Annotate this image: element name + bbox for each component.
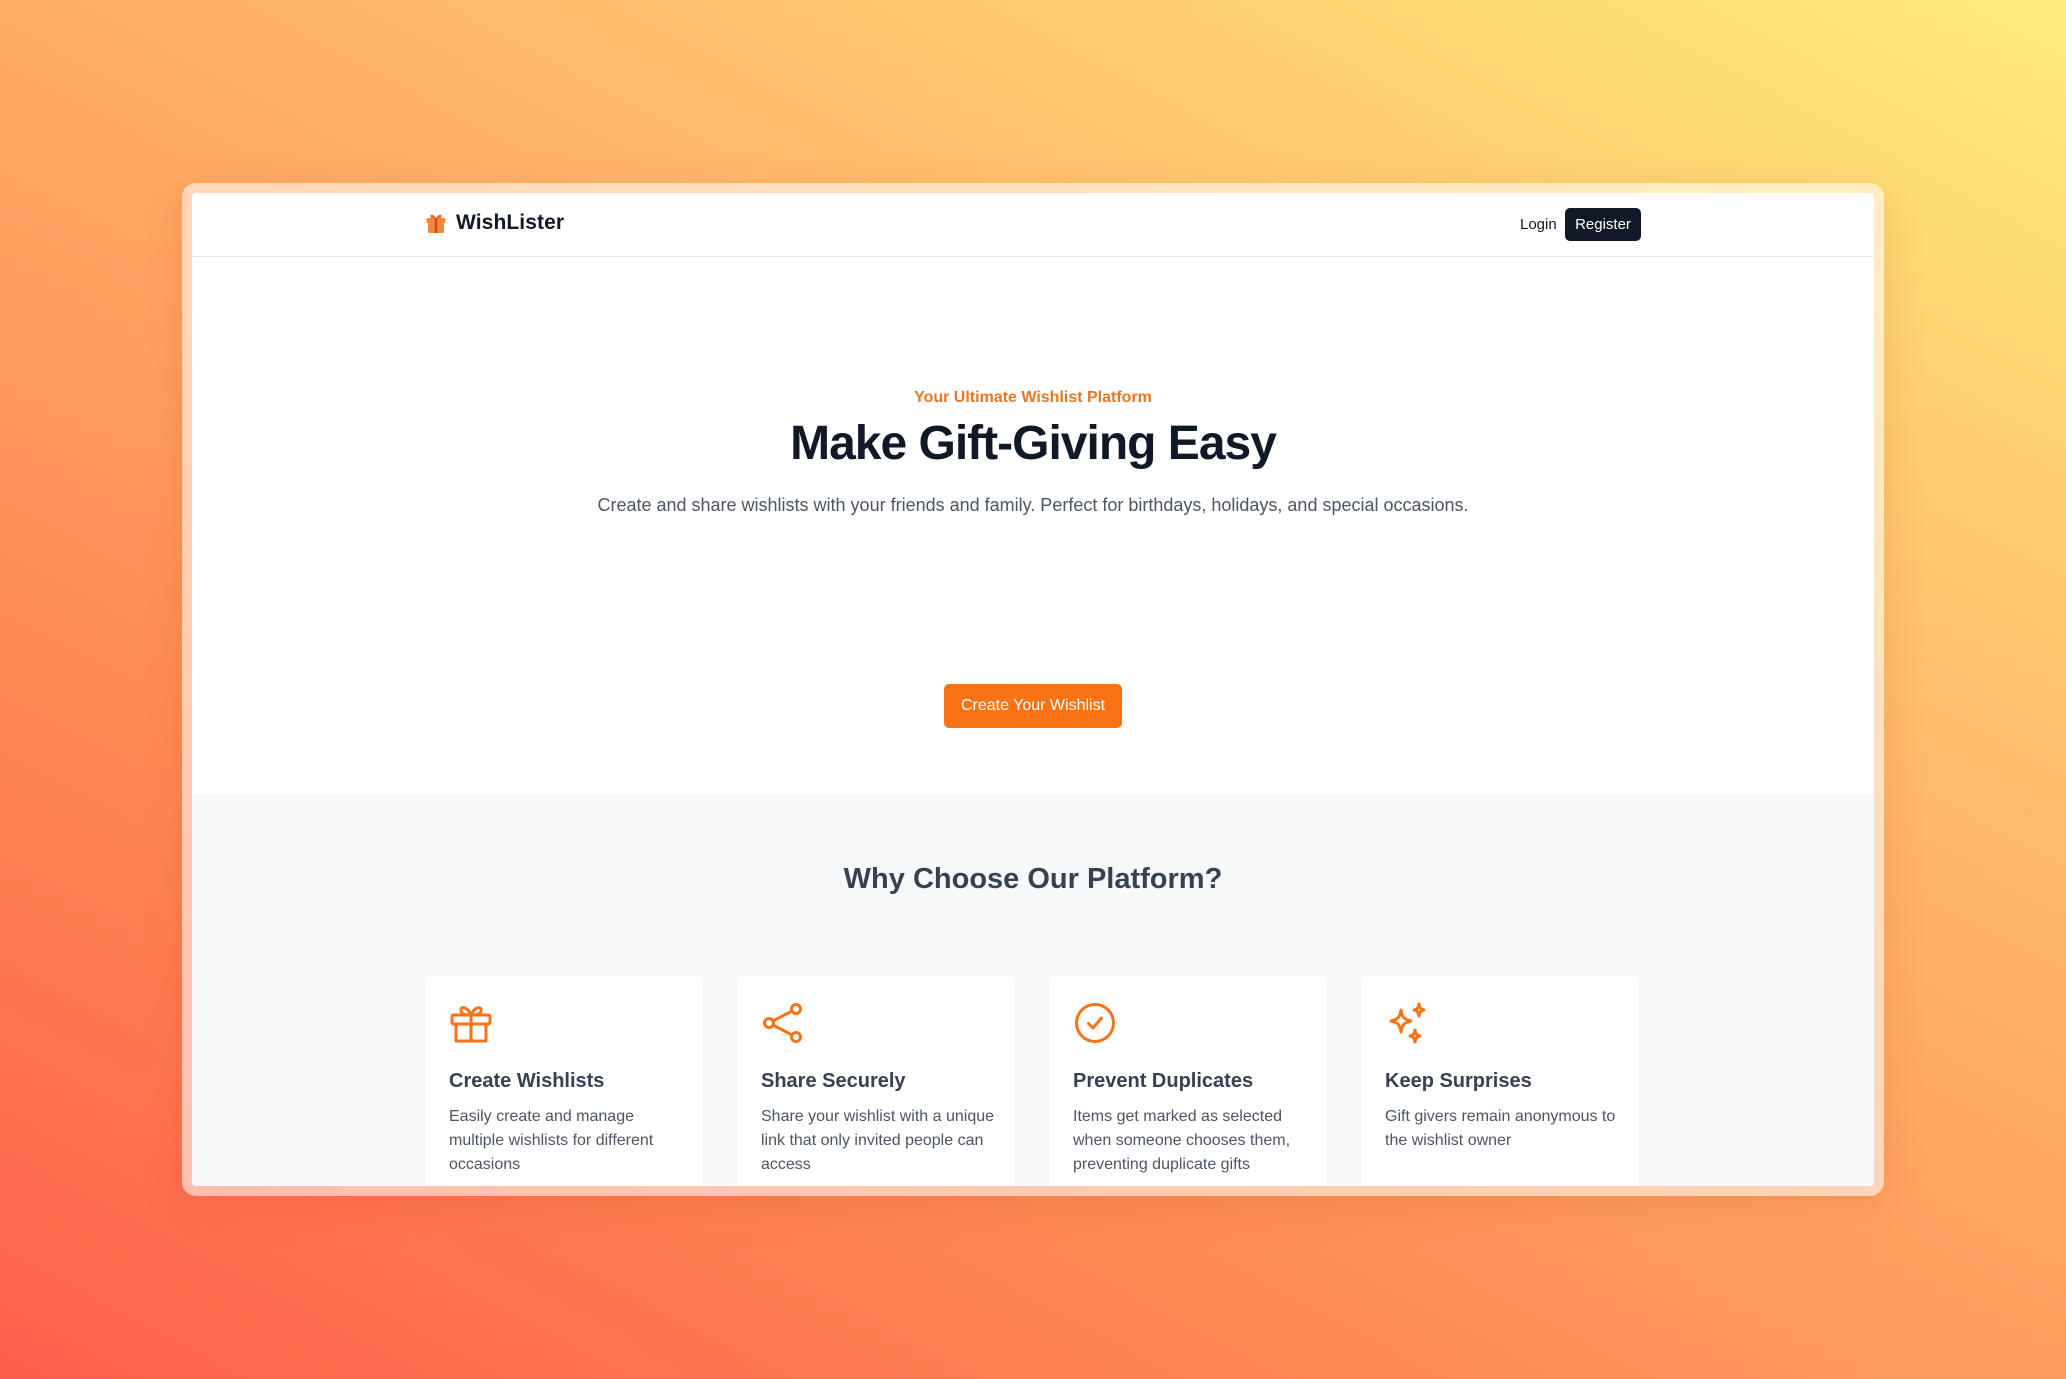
navbar: WishLister Login Register bbox=[192, 193, 1874, 257]
hero-eyebrow: Your Ultimate Wishlist Platform bbox=[914, 389, 1152, 406]
brand-logo[interactable]: WishLister bbox=[424, 211, 564, 235]
hero-section: Create Your Wishlist bbox=[192, 257, 1874, 794]
share-icon bbox=[763, 1003, 802, 1043]
register-button[interactable]: Register bbox=[1565, 208, 1641, 241]
gift-icon bbox=[426, 214, 446, 233]
feature-title: Share Securely bbox=[761, 1070, 906, 1092]
feature-card-prevent-duplicates: Prevent Duplicates Items get marked as s… bbox=[1049, 975, 1327, 1186]
brand-name: WishLister bbox=[456, 211, 565, 234]
feature-card-create-wishlists: Create Wishlists Easily create and manag… bbox=[425, 975, 703, 1186]
feature-description: Items get marked as selected when someon… bbox=[1073, 1108, 1291, 1173]
feature-title: Create Wishlists bbox=[449, 1070, 605, 1092]
feature-description: Share your wishlist with a unique link t… bbox=[761, 1108, 995, 1173]
feature-title: Keep Surprises bbox=[1385, 1070, 1532, 1092]
gift-icon bbox=[450, 1006, 492, 1043]
feature-title: Prevent Duplicates bbox=[1073, 1070, 1254, 1092]
hero-subtitle: Create and share wishlists with your fri… bbox=[597, 495, 1469, 515]
check-circle-icon bbox=[1075, 1003, 1115, 1043]
create-wishlist-button[interactable]: Create Your Wishlist bbox=[944, 684, 1122, 728]
feature-description: Gift givers remain anonymous to the wish… bbox=[1385, 1108, 1616, 1149]
sparkles-icon bbox=[1389, 1002, 1426, 1044]
hero-title: Make Gift-Giving Easy bbox=[790, 417, 1277, 470]
browser-window: WishLister Login Register Create Your Wi… bbox=[192, 193, 1874, 1186]
login-button[interactable]: Login bbox=[1508, 208, 1569, 240]
features-title: Why Choose Our Platform? bbox=[843, 863, 1223, 895]
feature-card-keep-surprises: Keep Surprises Gift givers remain anonym… bbox=[1361, 975, 1639, 1186]
feature-card-share-securely: Share Securely Share your wishlist with … bbox=[737, 975, 1015, 1186]
feature-description: Easily create and manage multiple wishli… bbox=[449, 1108, 654, 1173]
features-section: Why Choose Our Platform? Create Wishlist… bbox=[192, 794, 1874, 1186]
